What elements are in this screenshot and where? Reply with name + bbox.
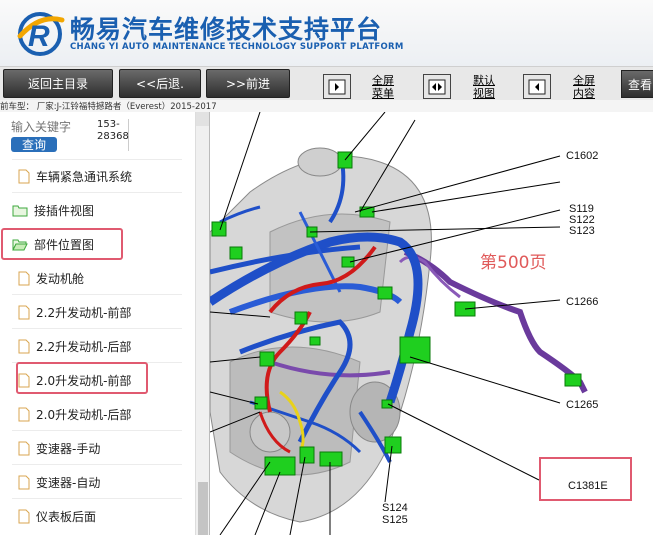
app-header: R 畅易汽车维修技术支持平台 CHANG YI AUTO MAINTENANCE…: [0, 0, 653, 66]
tree-item-emergency-call[interactable]: 车辆紧急通讯系统: [18, 166, 132, 186]
tree-item-engine-bay[interactable]: 发动机舱: [18, 268, 84, 288]
document-icon: [18, 509, 30, 523]
panel-right-icon: [328, 79, 346, 94]
divider: [12, 294, 182, 295]
divider: [12, 464, 182, 465]
tree-item-manual-trans[interactable]: 变速器-手动: [18, 438, 100, 458]
default-view-icon-button[interactable]: [423, 74, 451, 99]
divider: [12, 430, 182, 431]
scroll-thumb[interactable]: [198, 482, 208, 535]
fullscreen-menu-icon-button[interactable]: [323, 74, 351, 99]
document-icon: [18, 339, 30, 353]
svg-text:R: R: [28, 20, 50, 53]
callout-c1266: C1266: [566, 296, 599, 308]
tree-item-22-rear[interactable]: 2.2升发动机-后部: [18, 336, 131, 356]
document-icon: [18, 271, 30, 285]
fullscreen-content-link[interactable]: 全屏 内容: [560, 74, 608, 100]
divider: [12, 159, 182, 160]
app-title: 畅易汽车维修技术支持平台: [70, 15, 383, 44]
tree-item-20-rear[interactable]: 2.0升发动机-后部: [18, 404, 131, 424]
highlight-box-c1381e: [539, 457, 632, 501]
search-button[interactable]: 查询: [11, 137, 57, 152]
document-icon: [18, 475, 30, 489]
callout-s123: S123: [569, 225, 595, 237]
tree-item-connector-view[interactable]: 接插件视图: [12, 200, 94, 220]
fullscreen-content-icon-button[interactable]: [523, 74, 551, 99]
document-code: 153- 28368: [97, 119, 129, 151]
divider: [12, 328, 182, 329]
logo-icon: R: [17, 12, 65, 56]
callout-c1265: C1265: [566, 399, 599, 411]
highlight-box-20-front: [16, 362, 148, 394]
tree-item-22-front[interactable]: 2.2升发动机-前部: [18, 302, 131, 322]
toolbar: 返回主目录 <<后退. >>前进 全屏 菜单 默认 视图 全屏 内容 查看: [0, 66, 653, 100]
home-button[interactable]: 返回主目录: [3, 69, 113, 98]
app-subtitle: CHANG YI AUTO MAINTENANCE TECHNOLOGY SUP…: [70, 42, 404, 52]
wiring-diagram: C1602 S119 S122 S123 第500页 C1266 C1265 C…: [210, 112, 653, 535]
sidebar-scrollbar[interactable]: [195, 112, 209, 535]
callout-s125: S125: [382, 514, 408, 526]
callout-s124: S124: [382, 502, 408, 514]
folder-icon: [12, 205, 28, 216]
forward-button[interactable]: >>前进: [206, 69, 290, 98]
scroll-up-icon[interactable]: [196, 112, 209, 126]
sidebar: 查询 153- 28368 车辆紧急通讯系统 接插件视图 部件位置图 发动机舱 …: [0, 112, 210, 535]
back-button[interactable]: <<后退.: [119, 69, 201, 98]
document-icon: [18, 407, 30, 421]
split-view-icon: [428, 79, 446, 94]
callout-c1602: C1602: [566, 150, 599, 162]
panel-left-icon: [528, 79, 546, 94]
tree-item-behind-dash[interactable]: 仪表板后面: [18, 506, 96, 526]
fullscreen-menu-link[interactable]: 全屏 菜单: [358, 74, 408, 100]
highlight-box-component-location: [1, 228, 123, 260]
breadcrumb: 前车型： 厂家:J-江铃福特撼路者（Everest）2015-2017: [0, 100, 653, 112]
default-view-link[interactable]: 默认 视图: [460, 74, 508, 100]
document-icon: [18, 305, 30, 319]
divider: [12, 498, 182, 499]
document-icon: [18, 169, 30, 183]
search-input[interactable]: [11, 120, 89, 134]
view-button[interactable]: 查看: [621, 70, 653, 98]
tree-item-auto-trans[interactable]: 变速器-自动: [18, 472, 100, 492]
divider: [12, 192, 182, 193]
document-icon: [18, 441, 30, 455]
page-number-label: 第500页: [480, 253, 547, 273]
